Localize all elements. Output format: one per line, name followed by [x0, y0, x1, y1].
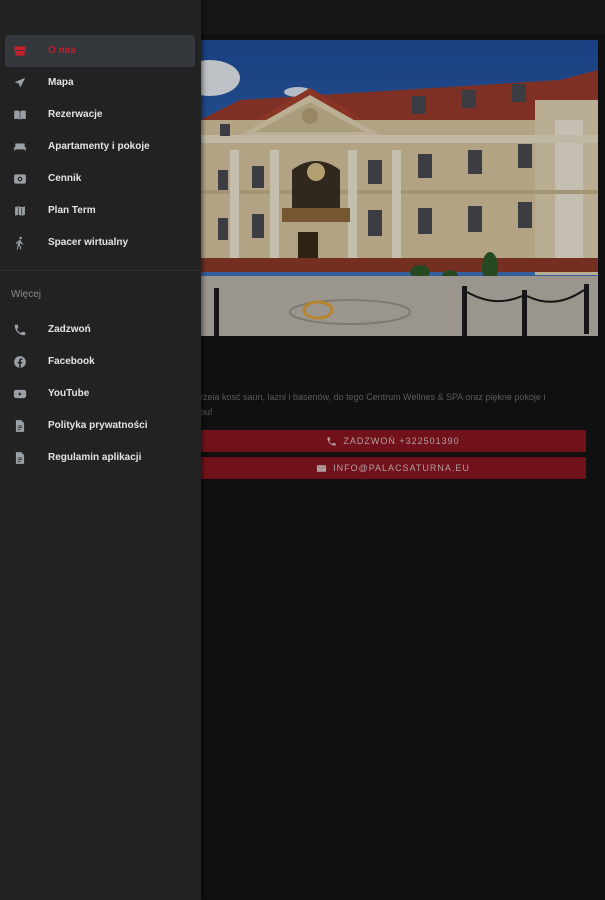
- nav-item-apartamenty[interactable]: Apartamenty i pokoje: [5, 131, 195, 163]
- nav-item-facebook[interactable]: Facebook: [5, 346, 195, 378]
- youtube-icon: [13, 389, 27, 399]
- nav-item-rezerwacje[interactable]: Rezerwacje: [5, 99, 195, 131]
- section-label-more: Więcej: [11, 289, 42, 300]
- nav-item-regulamin[interactable]: Regulamin aplikacji: [5, 442, 195, 474]
- nav-item-cennik[interactable]: Cennik: [5, 163, 195, 195]
- nav-item-label: Rezerwacje: [48, 109, 103, 120]
- document-icon: [15, 420, 25, 432]
- nav-item-label: Plan Term: [48, 205, 96, 216]
- nav-item-label: Apartamenty i pokoje: [48, 141, 150, 152]
- nav-item-label: YouTube: [48, 388, 90, 399]
- nav-item-label: Spacer wirtualny: [48, 237, 129, 248]
- map-icon: [14, 205, 26, 217]
- price-tag-icon: [14, 174, 26, 184]
- nav-item-youtube[interactable]: YouTube: [5, 378, 195, 410]
- nav-item-mapa[interactable]: Mapa: [5, 67, 195, 99]
- drawer-divider: [0, 270, 201, 271]
- nav-item-label: Zadzwoń: [48, 324, 91, 335]
- nav-item-label: Cennik: [48, 173, 82, 184]
- nav-item-label: Regulamin aplikacji: [48, 452, 142, 463]
- nav-item-label: Polityka prywatności: [48, 420, 148, 431]
- phone-icon: [14, 324, 26, 336]
- book-icon: [14, 110, 26, 120]
- nav-item-label: Facebook: [48, 356, 95, 367]
- store-icon: [14, 46, 26, 56]
- nav-item-label: Mapa: [48, 77, 74, 88]
- document-icon: [15, 452, 25, 464]
- navigation-drawer: O nas Mapa Rezerwacje Apartamenty i poko…: [0, 0, 201, 900]
- nav-item-zadzwon[interactable]: Zadzwoń: [5, 314, 195, 346]
- nav-item-label: O nas: [48, 45, 76, 56]
- nav-item-spacer[interactable]: Spacer wirtualny: [5, 227, 195, 259]
- navigation-arrow-icon: [14, 77, 26, 88]
- nav-item-plan-term[interactable]: Plan Term: [5, 195, 195, 227]
- bed-icon: [14, 143, 26, 151]
- nav-item-o-nas[interactable]: O nas: [5, 35, 195, 67]
- nav-item-polityka[interactable]: Polityka prywatności: [5, 410, 195, 442]
- facebook-icon: [14, 356, 26, 368]
- walking-person-icon: [16, 236, 24, 250]
